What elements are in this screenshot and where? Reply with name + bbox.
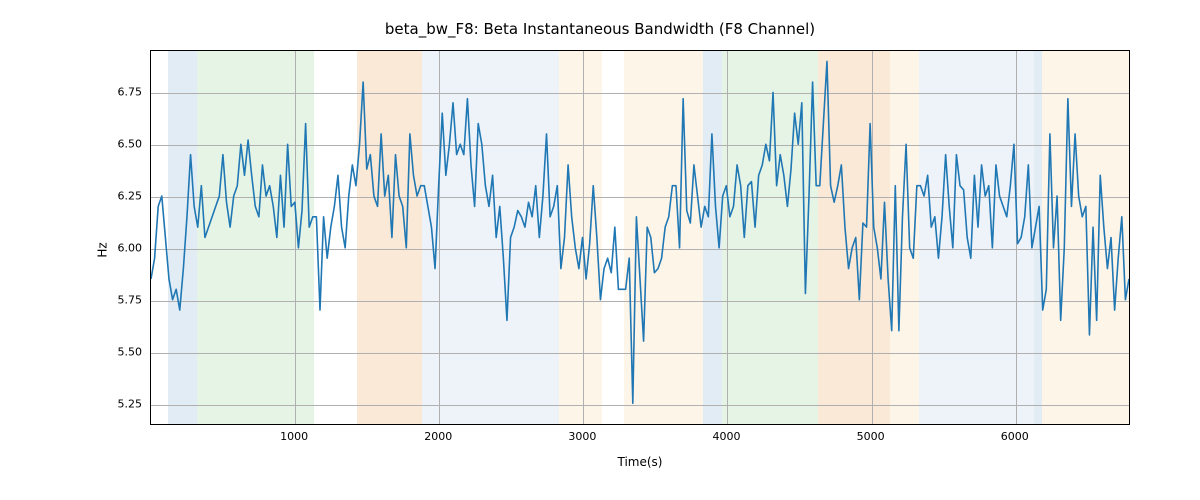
x-tick-label: 6000 [1001,430,1029,443]
y-tick-label: 5.75 [92,294,142,307]
y-tick-label: 6.75 [92,85,142,98]
x-tick-label: 5000 [857,430,885,443]
x-tick-label: 2000 [424,430,452,443]
x-tick-label: 1000 [280,430,308,443]
y-tick-label: 6.50 [92,137,142,150]
y-tick-label: 5.50 [92,346,142,359]
x-tick-label: 3000 [568,430,596,443]
chart-title: beta_bw_F8: Beta Instantaneous Bandwidth… [0,20,1200,38]
y-tick-label: 6.00 [92,241,142,254]
y-tick-label: 5.25 [92,398,142,411]
figure: beta_bw_F8: Beta Instantaneous Bandwidth… [0,0,1200,500]
x-axis-label: Time(s) [150,455,1130,469]
x-tick-label: 4000 [712,430,740,443]
line-series [151,51,1129,424]
y-tick-label: 6.25 [92,189,142,202]
plot-area [150,50,1130,425]
line-series-polyline [151,61,1129,403]
